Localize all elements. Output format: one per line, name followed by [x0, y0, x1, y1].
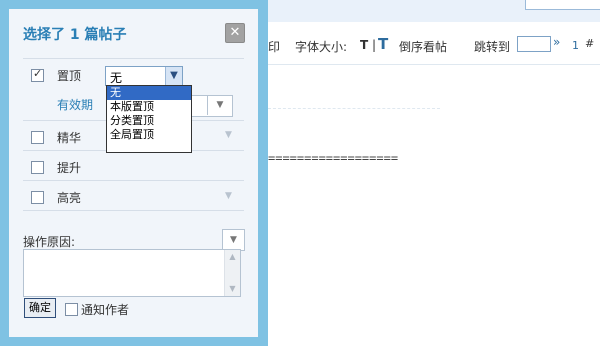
reason-label: 操作原因: [23, 235, 76, 249]
validity-label: 有效期 [57, 98, 94, 112]
close-icon: ✕ [229, 25, 241, 40]
page-number-link[interactable]: 1 [572, 39, 579, 52]
chevron-down-icon[interactable]: ▼ [165, 67, 182, 85]
sticky-option[interactable]: 分类置顶 [107, 114, 191, 128]
toolbar-divider: | [372, 38, 377, 52]
chevron-down-icon[interactable]: ▼ [207, 95, 232, 115]
highlight-label: 高亮 [57, 191, 82, 205]
post-dashed-divider [268, 108, 440, 109]
reason-preset-select[interactable]: ▼ [222, 229, 245, 251]
confirm-button[interactable]: 确定 [24, 298, 56, 318]
notify-author-label: 通知作者 [81, 303, 130, 317]
sticky-option[interactable]: 全局置顶 [107, 128, 191, 142]
scroll-up-icon[interactable]: ▲ [225, 250, 240, 264]
divider [23, 180, 244, 181]
print-link[interactable]: 印 [268, 38, 280, 55]
sticky-label: 置顶 [57, 69, 82, 83]
chevron-down-icon[interactable]: ▼ [225, 130, 232, 140]
sticky-option[interactable]: 本版置顶 [107, 100, 191, 114]
sticky-option[interactable]: 无 [107, 86, 191, 100]
jump-go-button[interactable]: » [553, 35, 560, 49]
digest-checkbox[interactable] [31, 131, 44, 144]
sticky-select[interactable]: 无 ▼ [105, 66, 183, 86]
floor-hash: # [585, 37, 595, 50]
chevron-down-icon[interactable]: ▼ [225, 191, 232, 201]
scrollbar[interactable]: ▲ ▼ [224, 250, 240, 296]
sticky-checkbox[interactable] [31, 67, 44, 82]
sticky-dropdown-list: 无 本版置顶 分类置顶 全局置顶 [106, 85, 192, 153]
bump-checkbox[interactable] [31, 161, 44, 174]
jump-to-label: 跳转到 [474, 40, 511, 54]
bump-label: 提升 [57, 161, 82, 175]
notify-author-checkbox[interactable] [65, 303, 78, 316]
divider [23, 58, 244, 59]
highlight-checkbox[interactable] [31, 191, 44, 204]
top-action-button[interactable] [525, 0, 600, 10]
dialog-panel: 选择了 1 篇帖子 ✕ 置顶 无 ▼ 有效期 ▼ 无 本版置顶 分类置顶 全局置… [9, 9, 258, 337]
scroll-down-icon[interactable]: ▼ [225, 282, 240, 296]
moderation-dialog: 选择了 1 篇帖子 ✕ 置顶 无 ▼ 有效期 ▼ 无 本版置顶 分类置顶 全局置… [0, 0, 268, 346]
digest-label: 精华 [57, 131, 82, 145]
page-jump-input[interactable] [517, 36, 551, 52]
font-large-button[interactable]: T [378, 35, 388, 53]
thread-toolbar: 印 字体大小: T | T 倒序看帖 跳转到 » 1 # [268, 34, 600, 56]
dialog-title: 选择了 1 篇帖子 [23, 27, 127, 43]
divider [23, 210, 244, 211]
reverse-order-link[interactable]: 倒序看帖 [399, 38, 447, 55]
toolbar-divider-line [268, 64, 600, 65]
font-size-label: 字体大小: [295, 40, 348, 54]
sticky-select-value: 无 [110, 71, 123, 85]
post-content-text: ================== [268, 151, 399, 165]
font-small-button[interactable]: T [360, 38, 368, 52]
close-button[interactable]: ✕ [225, 23, 245, 43]
reason-textarea[interactable]: ▲ ▼ [23, 249, 241, 297]
chevron-down-icon: ▼ [230, 235, 237, 245]
